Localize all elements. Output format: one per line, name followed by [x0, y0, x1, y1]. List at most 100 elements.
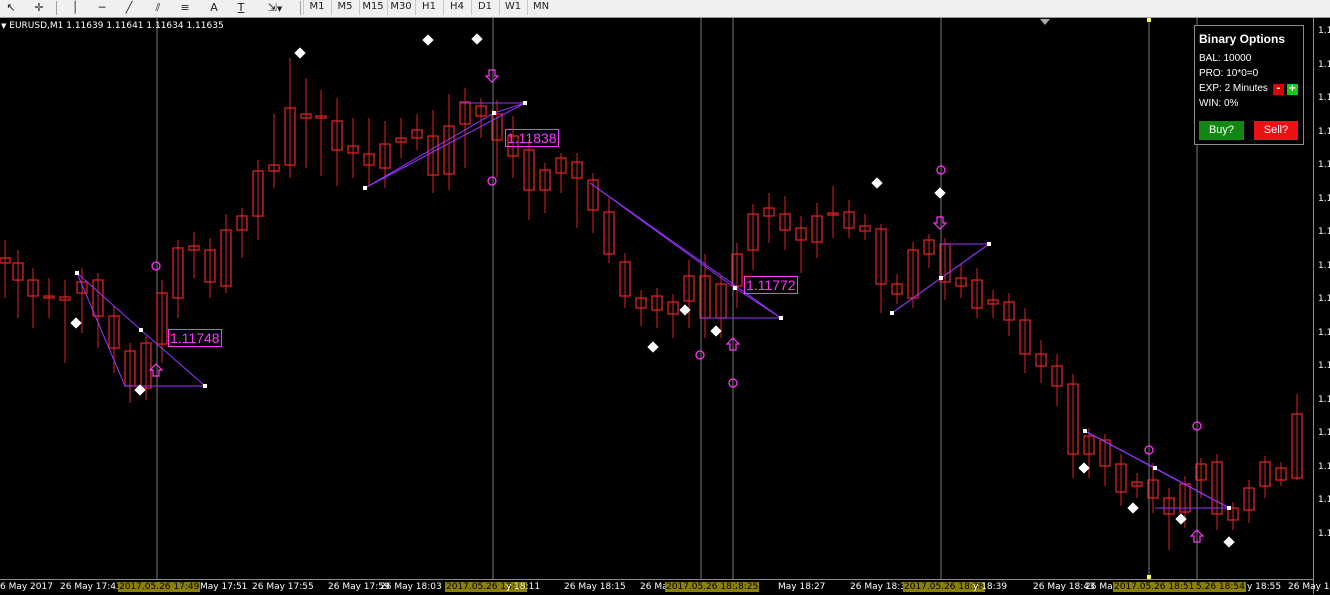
signal-circle-marker	[151, 261, 161, 271]
signal-diamond-marker	[871, 177, 883, 189]
collapse-triangle-icon[interactable]: ▼	[1, 22, 6, 30]
balance-text: BAL: 10000	[1199, 53, 1252, 64]
timeframe-button-w1[interactable]: W1	[499, 0, 526, 15]
price-axis[interactable]: 1.11 1.11 1.11 1.11 1.11 1.11 1.11 1.11 1.11 1.11…	[1313, 18, 1330, 594]
timeframe-button-d1[interactable]: D1	[471, 0, 498, 15]
down-arrow-icon	[484, 69, 500, 83]
expiry-text: EXP: 2 Minutes	[1199, 83, 1268, 94]
time-tick-label: y 18:11	[506, 582, 541, 592]
symbol-quote-text: EURUSD,M1 1.11639 1.11641 1.11634 1.1163…	[9, 21, 224, 31]
panel-title: Binary Options	[1199, 32, 1286, 46]
signal-diamond-marker	[647, 341, 659, 353]
crosshair-icon[interactable]: ✛	[32, 0, 46, 16]
time-tick-label: 2017.05.26 17:49	[118, 582, 201, 592]
time-tick-label: 26 May 18:03	[380, 582, 442, 592]
timeframe-button-m30[interactable]: M30	[387, 0, 414, 15]
trendline-icon[interactable]: ╱	[122, 0, 136, 16]
period-separator-icon	[1147, 18, 1151, 22]
annotation-anchor-point	[363, 186, 367, 190]
time-tick-label: 26 Ma	[640, 582, 668, 592]
text-tool-icon[interactable]: A	[207, 0, 221, 16]
time-tick-label: May 17:51	[200, 582, 248, 592]
time-tick-label: 26 May 18:15	[564, 582, 626, 592]
price-tick-label: 1.11	[1318, 394, 1330, 405]
time-tick-label: 5.26 18:54	[1195, 582, 1246, 592]
toolbar-divider	[56, 1, 57, 15]
fibonacci-icon[interactable]: ≡	[178, 0, 192, 16]
binary-options-panel: Binary Options BAL: 10000 PRO: 10*0=0 EX…	[1194, 25, 1304, 145]
price-tick-label: 1.11	[1318, 428, 1330, 438]
symbol-info: ▼ EURUSD,M1 1.11639 1.11641 1.11634 1.11…	[1, 21, 224, 31]
timeframe-button-m15[interactable]: M15	[359, 0, 386, 15]
price-tick-label: 1.11	[1318, 327, 1330, 338]
vertical-line-icon[interactable]: │	[68, 0, 82, 16]
time-tick-label: 26 Ma	[1085, 582, 1113, 592]
horizontal-line-icon[interactable]: ─	[95, 0, 109, 16]
signal-circle-marker	[695, 350, 705, 360]
time-tick-label: y 18:55	[1247, 582, 1282, 592]
signal-diamond-marker	[471, 33, 483, 45]
price-tick-label: 1.11	[1318, 294, 1330, 304]
win-rate-text: WIN: 0%	[1199, 98, 1239, 109]
chart-toolbar: ↖ ✛ │ ─ ╱ ⫽ ≡ A T ⇲▼ M1 M5 M15 M30 H1 H4 D1 W1 M…	[0, 0, 1330, 18]
time-tick-label: 8:25	[737, 582, 760, 592]
time-tick-label: 2017.05.26 18:51	[1113, 582, 1196, 592]
price-tick-label: 1.11	[1318, 26, 1330, 36]
toolbar-divider	[300, 1, 301, 15]
text-label-icon[interactable]: T	[234, 0, 248, 16]
annotation-anchor-point	[523, 101, 527, 105]
annotation-anchor-point	[75, 271, 79, 275]
price-label: 1.11838	[505, 129, 559, 147]
price-tick-label: 1.11	[1318, 126, 1330, 137]
price-label: 1.11772	[744, 276, 798, 294]
time-tick-label: 6 May 2017	[0, 582, 53, 592]
down-arrow-icon	[932, 216, 948, 230]
timeframe-button-h4[interactable]: H4	[443, 0, 470, 15]
cursor-icon[interactable]: ↖	[4, 0, 18, 16]
price-tick-label: 1.11	[1318, 59, 1330, 70]
time-tick-label: 26 May 17:55	[252, 582, 314, 592]
annotation-anchor-point	[1227, 506, 1231, 510]
signal-diamond-marker	[294, 47, 306, 59]
annotation-anchor-point	[492, 111, 496, 115]
signal-diamond-marker	[70, 317, 82, 329]
signal-circle-marker	[487, 176, 497, 186]
price-tick-label: 1.11	[1318, 528, 1330, 539]
expiry-decrease-button[interactable]: -	[1273, 84, 1284, 95]
equidistant-channel-icon[interactable]: ⫽	[150, 0, 166, 16]
price-tick-label: 1.11	[1318, 193, 1330, 204]
sell-button[interactable]: Sell?	[1254, 121, 1298, 140]
annotation-anchor-point	[1083, 429, 1087, 433]
annotation-anchor-point	[779, 316, 783, 320]
arrows-dropdown-icon[interactable]: ⇲▼	[262, 0, 288, 16]
price-tick-label: 1.11	[1318, 227, 1330, 237]
annotation-anchor-point	[939, 276, 943, 280]
time-tick-label: May 18:27	[778, 582, 826, 592]
signal-diamond-marker	[710, 325, 722, 337]
trade-annotation-line	[364, 102, 526, 189]
signal-diamond-marker	[1127, 502, 1139, 514]
expiry-increase-button[interactable]: +	[1287, 84, 1298, 95]
time-axis[interactable]: 6 May 2017 26 May 17:43 2017.05.26 17:49 Ma…	[0, 579, 1330, 595]
profit-text: PRO: 10*0=0	[1199, 68, 1259, 79]
timeframe-button-m5[interactable]: M5	[331, 0, 358, 15]
price-tick-label: 1.11	[1318, 260, 1330, 271]
timeframe-button-h1[interactable]: H1	[415, 0, 442, 15]
price-label: 1.11748	[168, 329, 222, 347]
signal-diamond-marker	[934, 187, 946, 199]
annotation-anchor-point	[1153, 466, 1157, 470]
buy-button[interactable]: Buy?	[1199, 121, 1244, 140]
signal-diamond-marker	[1078, 462, 1090, 474]
scroll-marker-icon	[1040, 19, 1050, 25]
timeframe-button-mn[interactable]: MN	[527, 0, 554, 15]
time-tick-label: 26 May 18:5	[1288, 582, 1330, 592]
candlestick-plot[interactable]	[0, 18, 1313, 579]
annotation-anchor-point	[203, 384, 207, 388]
signal-diamond-marker	[422, 34, 434, 46]
price-tick-label: 1.11	[1318, 495, 1330, 505]
annotation-anchor-point	[733, 286, 737, 290]
price-chart[interactable]: ▼ EURUSD,M1 1.11639 1.11641 1.11634 1.11…	[0, 18, 1330, 595]
time-tick-label: 26 May 17:43	[60, 582, 122, 592]
timeframe-button-m1[interactable]: M1	[303, 0, 330, 15]
price-tick-label: 1.11	[1318, 461, 1330, 472]
